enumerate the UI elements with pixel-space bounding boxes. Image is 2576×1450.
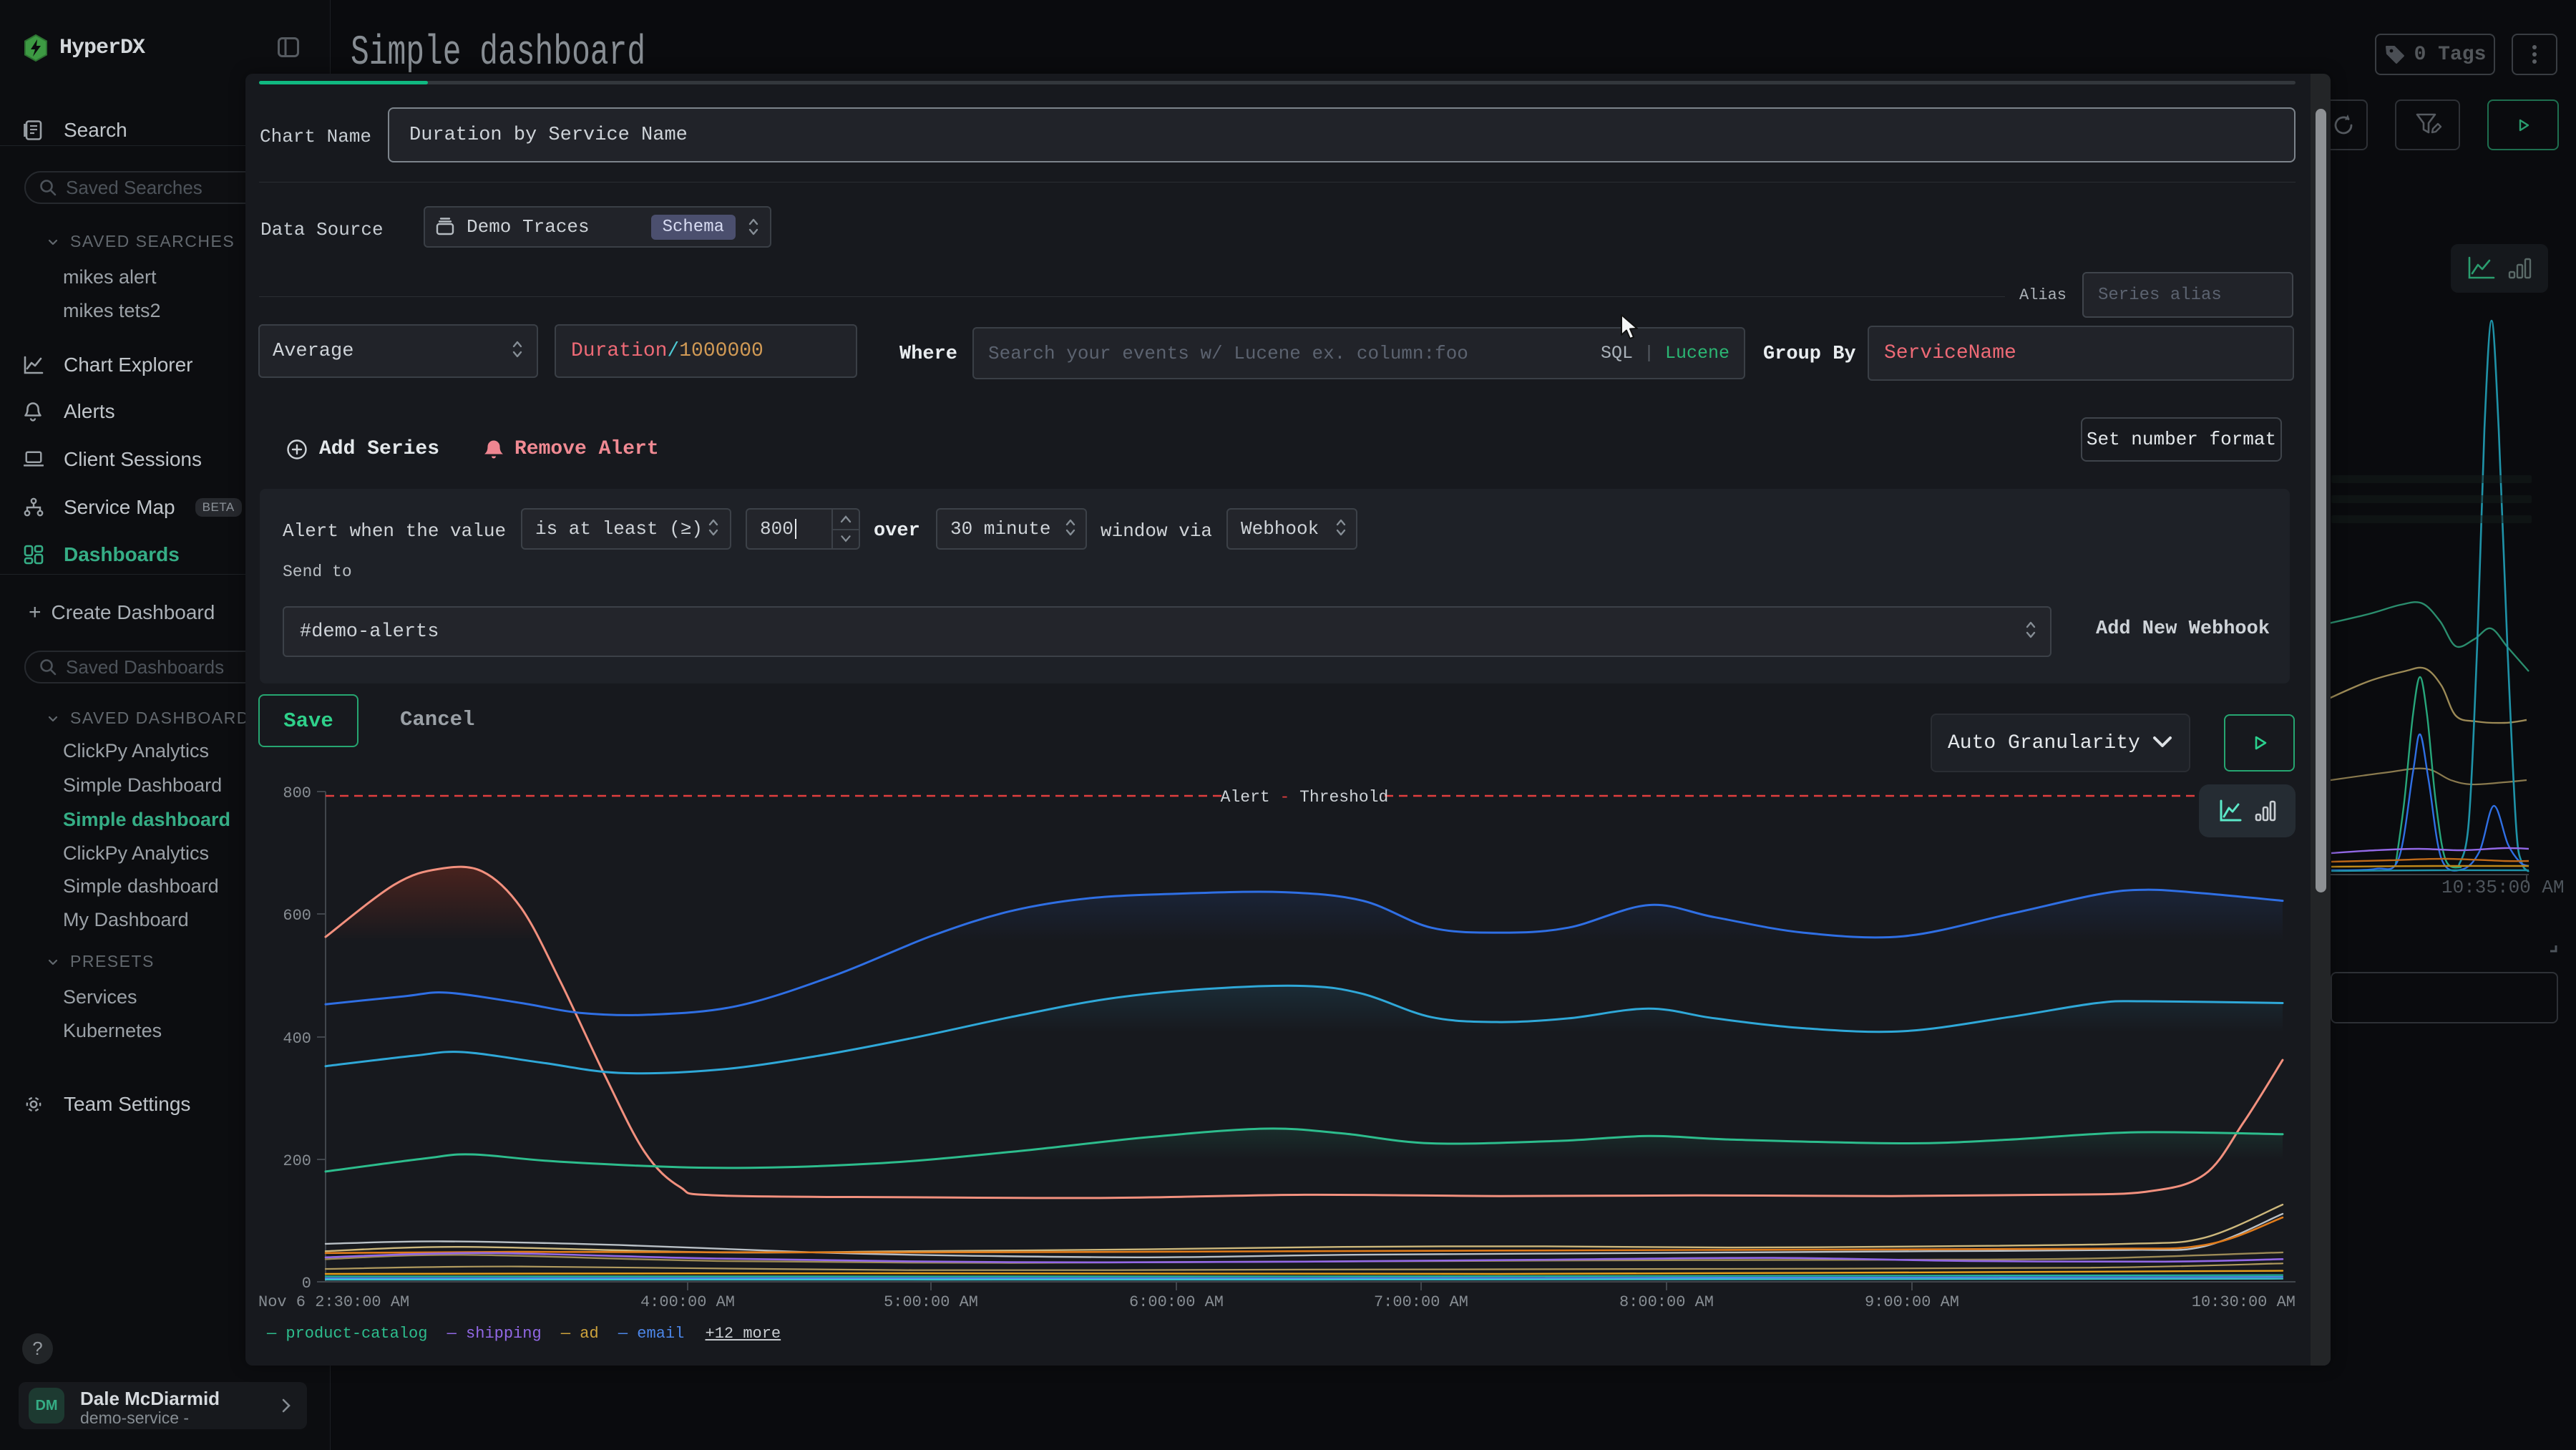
svg-text:7:00:00 AM: 7:00:00 AM <box>1374 1293 1468 1311</box>
svg-text:9:00:00 AM: 9:00:00 AM <box>1865 1293 1959 1311</box>
svg-text:8:00:00 AM: 8:00:00 AM <box>1619 1293 1714 1311</box>
svg-text:5:00:00 AM: 5:00:00 AM <box>884 1293 978 1311</box>
svg-text:Alert - Threshold: Alert - Threshold <box>1221 788 1389 807</box>
svg-text:Nov 6 2:30:00 AM: Nov 6 2:30:00 AM <box>258 1293 409 1311</box>
svg-text:400: 400 <box>283 1030 311 1048</box>
svg-text:200: 200 <box>283 1152 311 1170</box>
svg-text:600: 600 <box>283 907 311 925</box>
svg-text:0: 0 <box>302 1275 311 1293</box>
svg-text:10:30:00 AM: 10:30:00 AM <box>2192 1293 2296 1311</box>
svg-text:6:00:00 AM: 6:00:00 AM <box>1129 1293 1224 1311</box>
svg-text:800: 800 <box>283 784 311 802</box>
svg-text:4:00:00 AM: 4:00:00 AM <box>640 1293 735 1311</box>
